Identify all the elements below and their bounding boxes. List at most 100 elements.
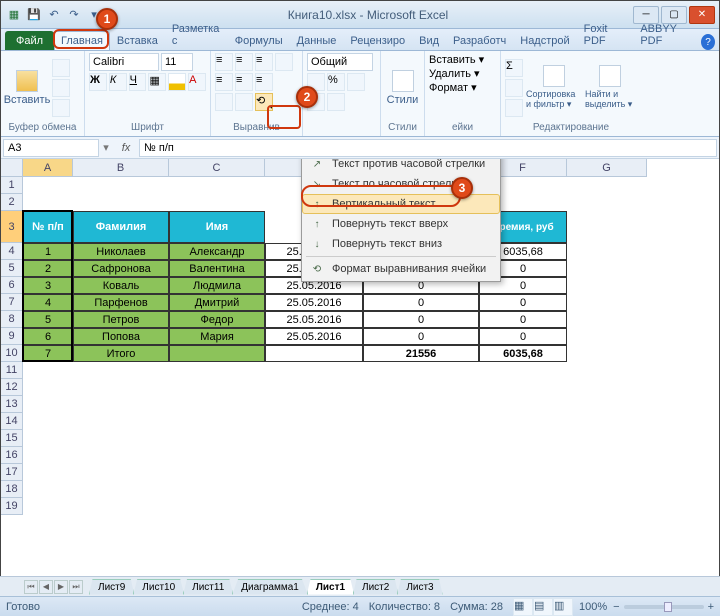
number-format-combo[interactable]: Общий	[307, 53, 373, 71]
row-header-5[interactable]: 5	[1, 260, 23, 277]
styles-button[interactable]: Стили	[385, 70, 420, 106]
cell[interactable]: 21556	[363, 345, 479, 362]
col-header-A[interactable]: A	[23, 159, 73, 177]
sheet-tab-1[interactable]: Лист1	[307, 579, 354, 595]
sheet-tab-11[interactable]: Лист11	[183, 579, 233, 595]
cell[interactable]: Валентина	[169, 260, 265, 277]
fill-color-icon[interactable]	[168, 73, 186, 91]
view-normal-icon[interactable]: ▦	[513, 598, 533, 616]
row-header-11[interactable]: 11	[1, 362, 23, 379]
tab-data[interactable]: Данные	[290, 31, 344, 50]
clear-icon[interactable]	[505, 99, 523, 117]
row-header-9[interactable]: 9	[1, 328, 23, 345]
font-color-icon[interactable]: A	[188, 73, 206, 91]
cell[interactable]: 6035,68	[479, 345, 567, 362]
tab-review[interactable]: Рецензиро	[343, 31, 412, 50]
row-header-2[interactable]: 2	[1, 194, 23, 211]
fill-icon[interactable]	[505, 79, 523, 97]
tab-foxit[interactable]: Foxit PDF	[577, 19, 634, 50]
namebox-dropdown-icon[interactable]: ▾	[99, 141, 113, 154]
view-break-icon[interactable]: ▥	[553, 598, 573, 616]
sheet-tab-diagram[interactable]: Диаграмма1	[232, 579, 308, 595]
align-right-icon[interactable]: ≡	[255, 73, 273, 91]
cell[interactable]: 4	[23, 294, 73, 311]
row-header-13[interactable]: 13	[1, 396, 23, 413]
row-header-12[interactable]: 12	[1, 379, 23, 396]
col-header-B[interactable]: B	[73, 159, 169, 177]
cell[interactable]: 0	[363, 311, 479, 328]
tab-insert[interactable]: Вставка	[110, 31, 165, 50]
insert-cells-button[interactable]: Вставить ▾	[429, 53, 496, 66]
cell[interactable]: 0	[479, 328, 567, 345]
cell[interactable]: Мария	[169, 328, 265, 345]
dec-decimal-icon[interactable]	[327, 93, 345, 111]
comma-icon[interactable]	[347, 73, 365, 91]
formula-bar[interactable]: № п/п	[139, 139, 717, 157]
col-header-C[interactable]: C	[169, 159, 265, 177]
italic-icon[interactable]: К	[109, 73, 127, 91]
row-header-14[interactable]: 14	[1, 413, 23, 430]
cell[interactable]: 0	[363, 294, 479, 311]
cell[interactable]: Имя	[169, 211, 265, 243]
cell[interactable]: 7	[23, 345, 73, 362]
format-cells-button[interactable]: Формат ▾	[429, 81, 496, 94]
row-header-18[interactable]: 18	[1, 481, 23, 498]
cell[interactable]: 25.05.2016	[265, 311, 363, 328]
help-icon[interactable]: ?	[701, 34, 715, 50]
tab-abbyy[interactable]: ABBYY PDF	[633, 19, 701, 50]
cell[interactable]: 0	[479, 294, 567, 311]
cell[interactable]	[265, 345, 363, 362]
cell[interactable]: Людмила	[169, 277, 265, 294]
cell[interactable]: Петров	[73, 311, 169, 328]
row-header-10[interactable]: 10	[1, 345, 23, 362]
cell[interactable]: Парфенов	[73, 294, 169, 311]
row-header-15[interactable]: 15	[1, 430, 23, 447]
cell[interactable]: Александр	[169, 243, 265, 260]
cell[interactable]: Дмитрий	[169, 294, 265, 311]
tab-dev[interactable]: Разработч	[446, 31, 513, 50]
zoom-out-icon[interactable]: −	[613, 601, 619, 613]
row-header-16[interactable]: 16	[1, 447, 23, 464]
cell[interactable]: Итого	[73, 345, 169, 362]
sheet-nav-first[interactable]: ⏮	[24, 580, 38, 594]
sheet-tab-9[interactable]: Лист9	[89, 579, 134, 595]
underline-icon[interactable]: Ч	[129, 73, 147, 91]
cell[interactable]: 25.05.2016	[265, 328, 363, 345]
sheet-nav-last[interactable]: ⏭	[69, 580, 83, 594]
cell[interactable]: 0	[479, 311, 567, 328]
cell[interactable]: 2	[23, 260, 73, 277]
worksheet-grid[interactable]: ABCDEFG 12345678910111213141516171819 № …	[1, 159, 719, 559]
cell[interactable]: 5	[23, 311, 73, 328]
row-header-17[interactable]: 17	[1, 464, 23, 481]
zoom-in-icon[interactable]: +	[708, 601, 714, 613]
row-header-1[interactable]: 1	[1, 177, 23, 194]
align-bot-icon[interactable]: ≡	[255, 53, 273, 71]
row-header-7[interactable]: 7	[1, 294, 23, 311]
redo-icon[interactable]: ↷	[65, 6, 83, 24]
name-box[interactable]: A3	[3, 139, 99, 157]
zoom-level[interactable]: 100%	[579, 601, 607, 613]
sheet-nav-prev[interactable]: ◀	[39, 580, 53, 594]
dec-indent-icon[interactable]	[215, 93, 233, 111]
excel-icon[interactable]: ▦	[5, 6, 23, 24]
orientation-up[interactable]: ↑Повернуть текст вверх	[302, 214, 500, 234]
view-layout-icon[interactable]: ▤	[533, 598, 553, 616]
copy-icon[interactable]	[52, 79, 70, 97]
border-icon[interactable]: ▦	[148, 73, 166, 91]
tab-file[interactable]: Файл	[5, 31, 54, 50]
align-center-icon[interactable]: ≡	[235, 73, 253, 91]
save-icon[interactable]: 💾	[25, 6, 43, 24]
orientation-ccw[interactable]: ↗Текст против часовой стрелки	[302, 159, 500, 174]
row-header-4[interactable]: 4	[1, 243, 23, 260]
cell[interactable]: № п/п	[23, 211, 73, 243]
align-top-icon[interactable]: ≡	[215, 53, 233, 71]
cell[interactable]	[169, 345, 265, 362]
tab-formulas[interactable]: Формулы	[228, 31, 290, 50]
cut-icon[interactable]	[52, 59, 70, 77]
row-header-8[interactable]: 8	[1, 311, 23, 328]
cell[interactable]: 1	[23, 243, 73, 260]
find-select-button[interactable]: Найти и выделить ▾	[585, 65, 635, 110]
cell[interactable]: Попова	[73, 328, 169, 345]
cell[interactable]: Сафронова	[73, 260, 169, 277]
fx-icon[interactable]: fx	[113, 142, 139, 154]
